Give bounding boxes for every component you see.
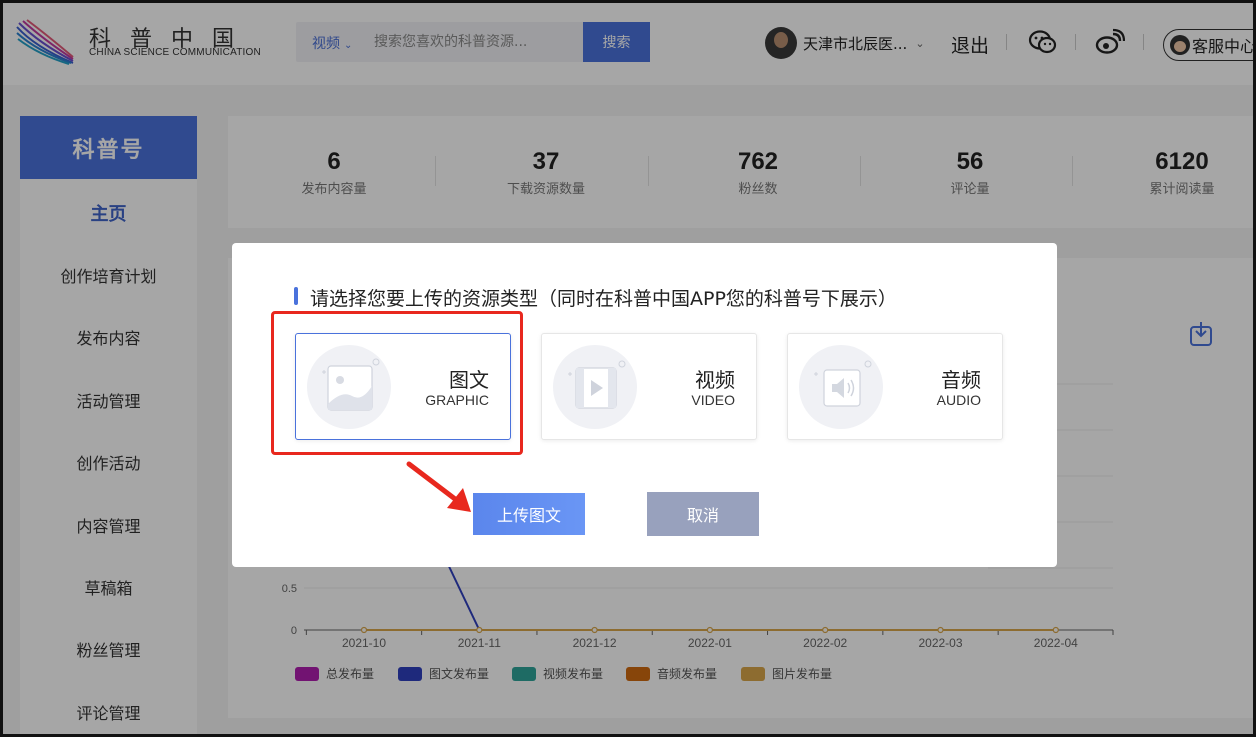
type-label-cn: 视频	[695, 368, 735, 392]
red-arrow-icon	[406, 461, 471, 512]
type-label-cn: 音频	[941, 368, 981, 392]
type-label-cn: 图文	[449, 368, 489, 392]
type-label-en: AUDIO	[936, 392, 981, 408]
modal-overlay[interactable]: 请选择您要上传的资源类型（同时在科普中国APP您的科普号下展示） 图文 GRAP…	[3, 3, 1253, 734]
title-accent-bar	[294, 287, 298, 305]
type-label-en: GRAPHIC	[425, 392, 489, 408]
dialog-title: 请选择您要上传的资源类型（同时在科普中国APP您的科普号下展示）	[310, 288, 897, 310]
upload-type-dialog: 请选择您要上传的资源类型（同时在科普中国APP您的科普号下展示） 图文 GRAP…	[232, 243, 1057, 567]
upload-graphic-button[interactable]: 上传图文	[473, 493, 585, 535]
audio-icon	[814, 360, 872, 407]
image-icon	[322, 358, 380, 411]
type-card-video[interactable]: 视频 VIDEO	[541, 333, 757, 440]
app-frame: 科普中国 CHINA SCIENCE COMMUNICATION 视频 ⌄ 搜索 …	[0, 0, 1256, 737]
type-label-en: VIDEO	[691, 392, 735, 408]
type-card-audio[interactable]: 音频 AUDIO	[787, 333, 1003, 440]
type-card-graphic[interactable]: 图文 GRAPHIC	[295, 333, 511, 440]
cancel-button[interactable]: 取消	[647, 492, 759, 536]
video-icon	[568, 360, 626, 409]
